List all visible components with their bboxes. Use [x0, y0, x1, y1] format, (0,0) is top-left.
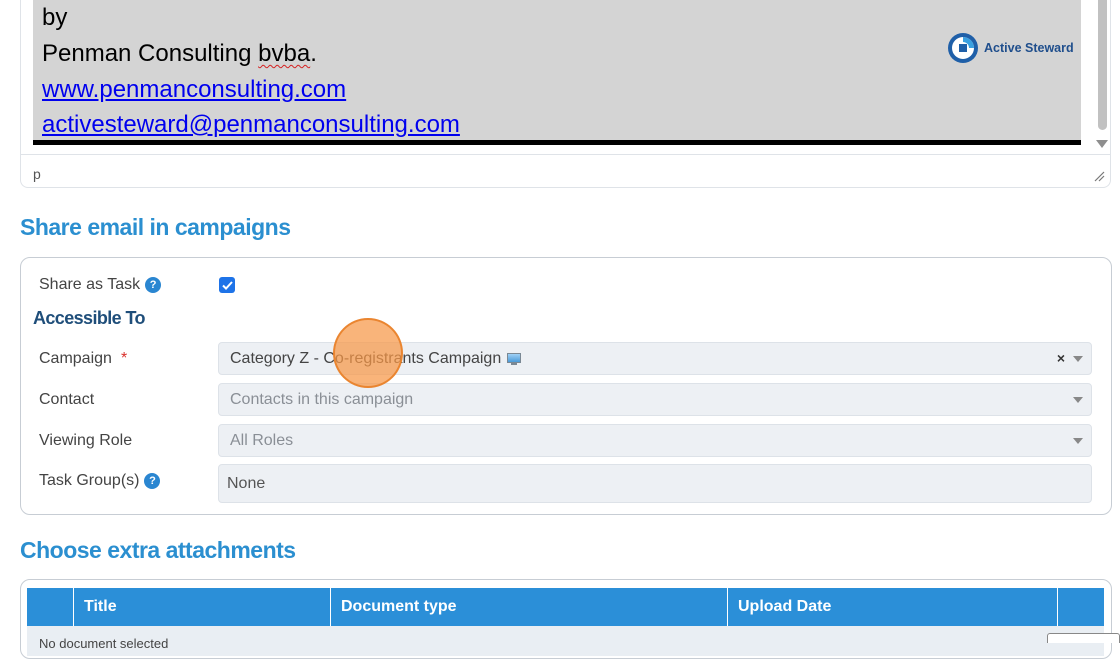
status-bar-divider [21, 154, 1110, 155]
contact-select[interactable]: Contacts in this campaign [218, 383, 1092, 416]
extra-column-header[interactable] [1057, 588, 1104, 626]
campaign-label-text: Campaign [39, 350, 112, 367]
active-steward-logo-icon [948, 33, 978, 63]
corner-widget[interactable] [1047, 633, 1120, 643]
attachments-table: Title Document type Upload Date No docum… [20, 579, 1112, 659]
editor-scrollbar[interactable] [1092, 0, 1112, 154]
viewing-role-placeholder: All Roles [230, 432, 294, 449]
scroll-down-arrow-icon[interactable] [1096, 140, 1108, 148]
checkmark-icon [221, 280, 233, 290]
campaign-label: Campaign * [39, 350, 127, 368]
signature-company-line: Penman Consulting bvba. [42, 40, 317, 68]
website-link[interactable]: www.penmanconsulting.com [42, 76, 346, 104]
scrollbar-thumb[interactable] [1098, 0, 1107, 130]
contact-label: Contact [39, 391, 95, 408]
task-groups-field[interactable]: None [218, 464, 1092, 503]
signature-by-text: by [42, 4, 68, 31]
viewing-role-select[interactable]: All Roles [218, 424, 1092, 457]
signature-divider [33, 140, 1081, 145]
share-as-task-checkbox[interactable] [219, 277, 235, 293]
contact-placeholder: Contacts in this campaign [230, 391, 414, 408]
email-body-editor[interactable]: by Penman Consulting bvba. www.penmancon… [20, 0, 1111, 188]
click-indicator [333, 318, 403, 388]
table-header: Title Document type Upload Date [27, 588, 1104, 626]
monitor-icon [507, 353, 522, 365]
logo-text: Active Steward [984, 41, 1074, 55]
element-path[interactable]: p [33, 166, 41, 182]
help-icon[interactable]: ? [144, 473, 161, 489]
select-column-header[interactable] [27, 588, 73, 626]
required-marker: * [120, 350, 128, 367]
document-type-column-header[interactable]: Document type [330, 588, 727, 626]
task-groups-value: None [227, 475, 266, 492]
task-groups-label-text: Task Group(s) [39, 472, 140, 489]
company-suffix-text: . [310, 40, 317, 67]
help-icon[interactable]: ? [145, 277, 162, 293]
resize-handle-icon[interactable] [1093, 170, 1105, 182]
viewing-role-label: Viewing Role [39, 432, 133, 449]
share-as-task-label: Share as Task ? [39, 276, 162, 294]
active-steward-logo: Active Steward [947, 32, 1074, 64]
attachments-section-title: Choose extra attachments [20, 537, 296, 563]
company-name-text: Penman Consulting [42, 40, 259, 67]
chevron-down-icon[interactable] [1073, 438, 1083, 444]
clear-selection-icon[interactable]: × [1057, 350, 1065, 366]
task-groups-label: Task Group(s) ? [39, 472, 161, 490]
table-row: No document selected [27, 626, 1104, 656]
share-section-title: Share email in campaigns [20, 214, 291, 240]
share-as-task-text: Share as Task [39, 276, 141, 293]
misspelled-word[interactable]: bvba [258, 40, 310, 67]
editor-content-area[interactable]: by Penman Consulting bvba. www.penmancon… [33, 0, 1081, 144]
accessible-to-heading: Accessible To [33, 308, 146, 328]
chevron-down-icon[interactable] [1073, 356, 1083, 362]
share-panel: Share as Task ? Accessible To Campaign *… [20, 257, 1112, 515]
title-column-header[interactable]: Title [73, 588, 330, 626]
upload-date-column-header[interactable]: Upload Date [727, 588, 1057, 626]
email-link[interactable]: activesteward@penmanconsulting.com [42, 111, 460, 139]
empty-table-message: No document selected [39, 636, 169, 651]
chevron-down-icon[interactable] [1073, 397, 1083, 403]
